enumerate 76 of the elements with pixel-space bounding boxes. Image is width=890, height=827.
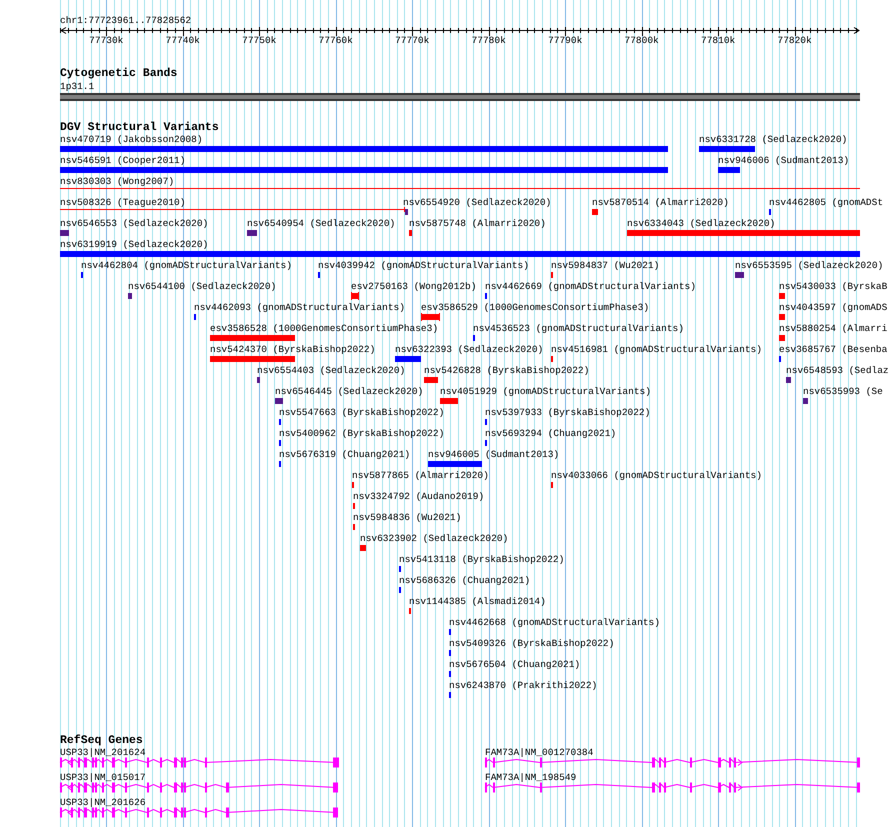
variant-label: nsv4033066 (gnomADStructuralVariants) [551, 470, 762, 481]
variant-label: esv3586528 (1000GenomesConsortiumPhase3) [210, 323, 438, 334]
variant-label: nsv5409326 (ByrskaBishop2022) [449, 638, 614, 649]
variant-label: nsv5676319 (Chuang2021) [279, 449, 410, 460]
variant-label: nsv6548593 (Sedlaz [786, 365, 889, 376]
variant-label: nsv6544100 (Sedlazeck2020) [128, 281, 276, 292]
variant-label: nsv4462805 (gnomADSt [769, 197, 884, 208]
tick-label: 77760k [318, 35, 353, 46]
variant-label: nsv6554403 (Sedlazeck2020) [257, 365, 406, 376]
variant-label: nsv6553595 (Sedlazeck2020) [735, 260, 884, 271]
variant-label: nsv946006 (Sudmant2013) [718, 155, 850, 166]
variant-label: nsv5984837 (Wu2021) [551, 260, 660, 271]
variant-label: nsv5870514 (Almarri2020) [592, 197, 729, 208]
variant-label: nsv6554920 (Sedlazeck2020) [403, 197, 552, 208]
transcript-label: USP33|NM_201626 [60, 797, 146, 808]
variant-label: nsv6322393 (Sedlazeck2020) [395, 344, 544, 355]
transcript-label: FAM73A|NM_001270384 [485, 747, 594, 758]
variant-label: nsv508326 (Teague2010) [60, 197, 186, 208]
transcript-label: USP33|NM_201624 [60, 747, 146, 758]
variant-label: nsv5686326 (Chuang2021) [399, 575, 530, 586]
variant-label: nsv6540954 (Sedlazeck2020) [247, 218, 396, 229]
variant-label: nsv4536523 (gnomADStructuralVariants) [473, 323, 684, 334]
track-title: Cytogenetic Bands [60, 67, 178, 80]
variant-label: nsv6546445 (Sedlazeck2020) [275, 386, 424, 397]
tick-label: 77750k [242, 35, 276, 46]
track-title: RefSeq Genes [60, 734, 143, 747]
variant-label: nsv4462668 (gnomADStructuralVariants) [449, 617, 660, 628]
tick-label: 77730k [89, 35, 124, 46]
variant-label: nsv5426828 (ByrskaBishop2022) [424, 365, 590, 376]
transcript-label: USP33|NM_015017 [60, 772, 146, 783]
variant-label: esv2750163 (Wong2012b) [351, 281, 476, 292]
band-label: 1p31.1 [60, 81, 94, 92]
variant-label: nsv4039942 (gnomADStructuralVariants) [318, 260, 529, 271]
variant-label: nsv6323902 (Sedlazeck2020) [360, 533, 508, 544]
variant-label: nsv6334043 (Sedlazeck2020) [627, 218, 776, 229]
tick-label: 77810k [701, 35, 736, 46]
variant-label: esv3586529 (1000GenomesConsortiumPhase3) [421, 302, 650, 313]
variant-label: nsv5424370 (ByrskaBishop2022) [210, 344, 376, 355]
variant-label: nsv5400962 (ByrskaBishop2022) [279, 428, 444, 439]
variant-label: nsv6331728 (Sedlazeck2020) [699, 134, 848, 145]
variant-label: nsv4516981 (gnomADStructuralVariants) [551, 344, 762, 355]
variant-label: nsv470719 (Jakobsson2008) [60, 134, 203, 145]
tick-label: 77800k [624, 35, 659, 46]
variant-label: nsv5430033 (ByrskaB [779, 281, 888, 292]
tick-label: 77780k [472, 35, 506, 46]
variant-label: nsv4043597 (gnomADS [779, 302, 888, 313]
variant-label: nsv6546553 (Sedlazeck2020) [60, 218, 208, 229]
variant-label: nsv5877865 (Almarri2020) [352, 470, 489, 481]
variant-label: nsv6243870 (Prakrithi2022) [449, 680, 598, 691]
tick-label: 77770k [395, 35, 430, 46]
variant-label: nsv5693294 (Chuang2021) [485, 428, 616, 439]
tick-label: 77790k [548, 35, 582, 46]
tick-label: 77820k [778, 35, 812, 46]
variant-label: nsv3324792 (Audano2019) [353, 491, 484, 502]
variant-label: nsv4462669 (gnomADStructuralVariants) [485, 281, 696, 292]
variant-label: nsv6535993 (Se [803, 386, 883, 397]
variant-label: nsv946005 (Sudmant2013) [428, 449, 560, 460]
tick-label: 77740k [166, 35, 200, 46]
variant-label: nsv5880254 (Almarri [779, 323, 888, 334]
variant-label: nsv5875748 (Almarri2020) [409, 218, 546, 229]
variant-label: nsv1144385 (Alsmadi2014) [409, 596, 546, 607]
variant-label: nsv830303 (Wong2007) [60, 176, 174, 187]
variant-label: nsv5397933 (ByrskaBishop2022) [485, 407, 650, 418]
variant-label: nsv5676504 (Chuang2021) [449, 659, 580, 670]
variant-label: nsv4051929 (gnomADStructuralVariants) [440, 386, 651, 397]
variant-label: esv3685767 (Besenba [779, 344, 888, 355]
variant-label: nsv5413118 (ByrskaBishop2022) [399, 554, 564, 565]
variant-label: nsv5984836 (Wu2021) [353, 512, 462, 523]
variant-label: nsv4462804 (gnomADStructuralVariants) [81, 260, 292, 271]
ruler-title: chr1:77723961..77828562 [60, 15, 192, 26]
track-title: DGV Structural Variants [60, 121, 219, 134]
transcript-label: FAM73A|NM_198549 [485, 772, 576, 783]
variant-label: nsv4462093 (gnomADStructuralVariants) [194, 302, 405, 313]
variant-label: nsv6319919 (Sedlazeck2020) [60, 239, 208, 250]
variant-label: nsv546591 (Cooper2011) [60, 155, 186, 166]
variant-label: nsv5547663 (ByrskaBishop2022) [279, 407, 444, 418]
